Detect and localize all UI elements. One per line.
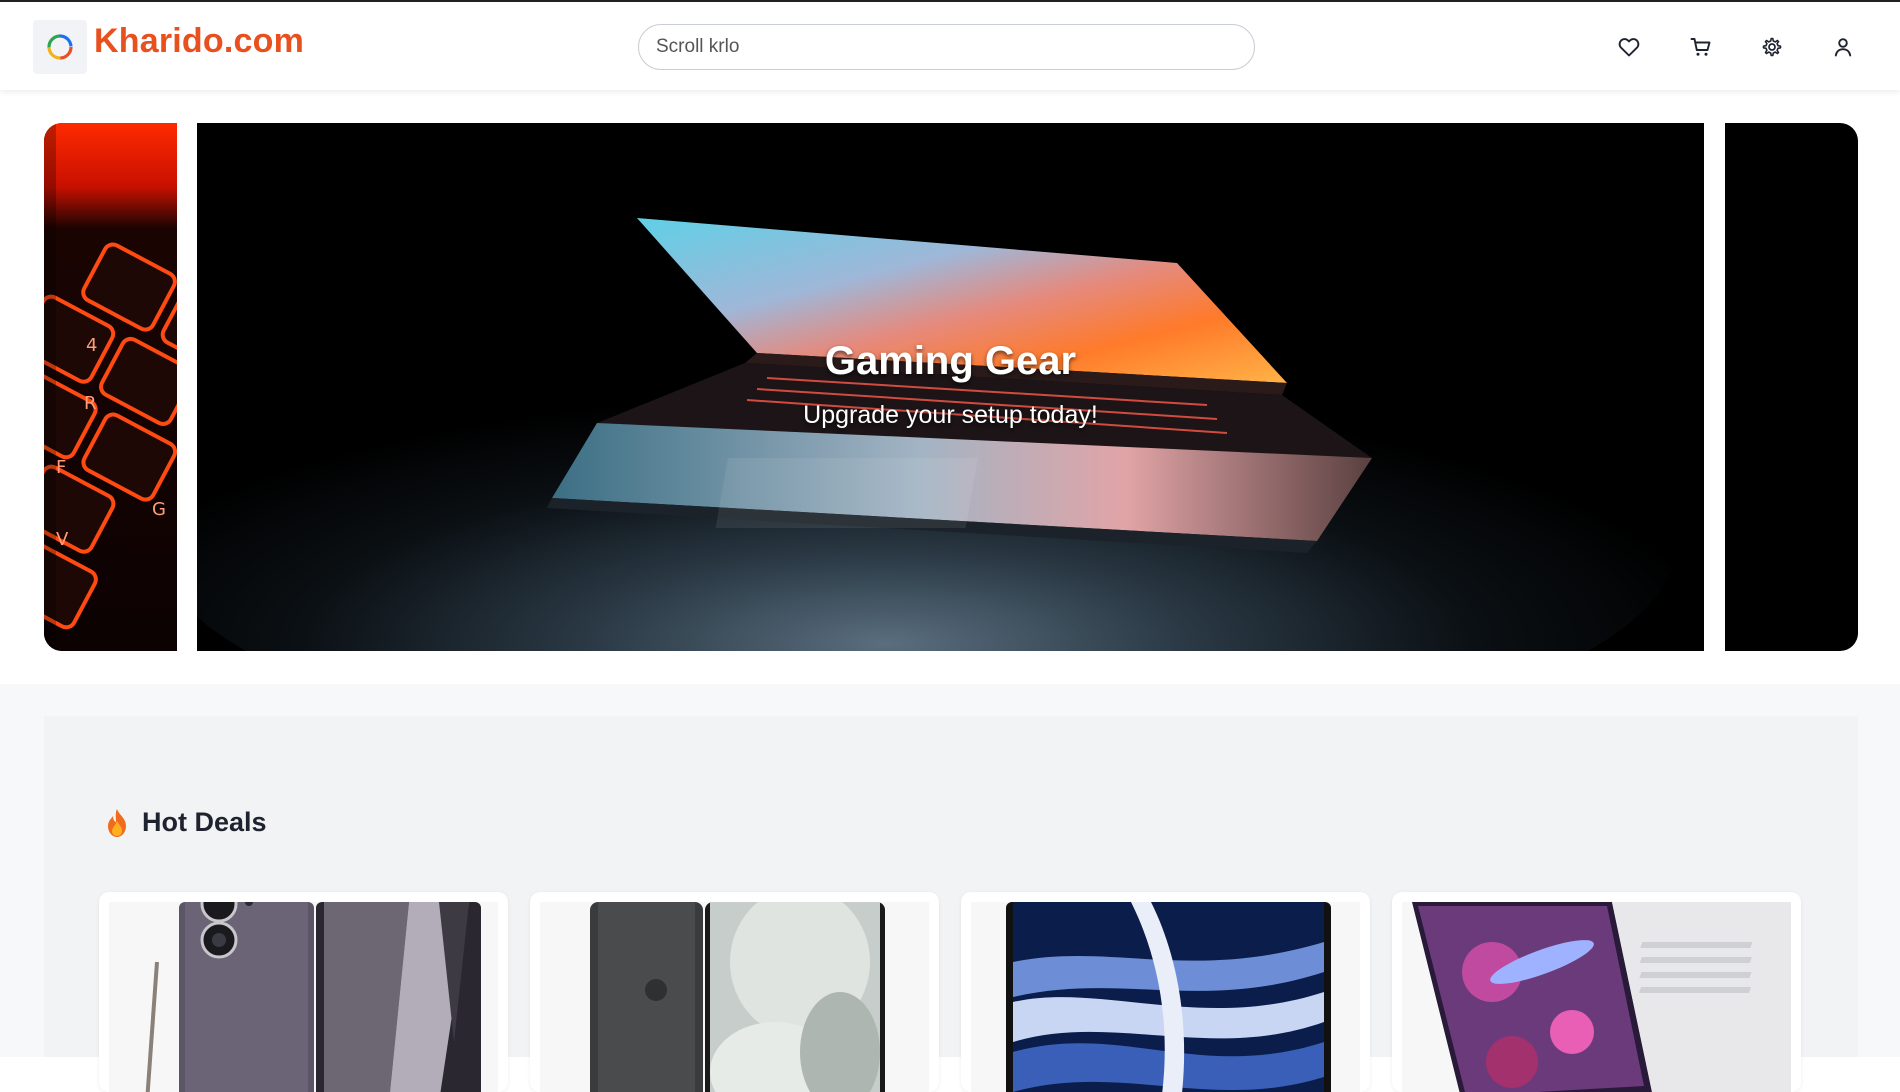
deals-panel: Hot Deals	[44, 716, 1858, 1092]
laptop-image	[197, 123, 1704, 651]
fire-icon	[108, 808, 126, 837]
product-image	[540, 902, 929, 1092]
carousel-next-slide[interactable]	[1725, 123, 1858, 651]
product-card[interactable]	[530, 892, 939, 1092]
product-image	[971, 902, 1360, 1092]
laptop-wallpaper-image	[971, 902, 1360, 1092]
product-card[interactable]	[99, 892, 508, 1092]
logo-ring-icon	[47, 34, 73, 60]
heart-icon	[1618, 38, 1640, 57]
hero-subtitle: Upgrade your setup today!	[803, 401, 1098, 429]
dell-laptop-image	[1402, 902, 1791, 1092]
hero-title: Gaming Gear	[824, 339, 1077, 383]
product-image	[1402, 902, 1791, 1092]
carousel-prev-slide[interactable]: 4 R F G V	[44, 123, 177, 651]
svg-text:F: F	[56, 457, 66, 478]
deals-title: Hot Deals	[142, 807, 267, 837]
svg-text:4: 4	[86, 335, 97, 356]
deals-section: Hot Deals	[0, 684, 1900, 1092]
user-icon	[1834, 38, 1852, 57]
gear-icon	[1762, 37, 1782, 57]
settings-button[interactable]	[1757, 32, 1787, 62]
top-navbar: Kharido.com	[0, 2, 1900, 90]
svg-text:V: V	[56, 529, 69, 550]
keyboard-image: 4 R F G V	[44, 123, 177, 651]
svg-text:R: R	[84, 393, 97, 414]
search-input[interactable]	[638, 24, 1255, 70]
product-card[interactable]	[1392, 892, 1801, 1092]
iphone-image	[540, 902, 929, 1092]
phone-image	[109, 902, 498, 1092]
product-card[interactable]	[961, 892, 1370, 1092]
cart-button[interactable]	[1686, 32, 1716, 62]
account-button[interactable]	[1828, 32, 1858, 62]
carousel-current-slide[interactable]: Gaming Gear Upgrade your setup today!	[197, 123, 1704, 651]
logo[interactable]	[33, 20, 87, 74]
product-image	[109, 902, 498, 1092]
brand-name[interactable]: Kharido.com	[94, 22, 304, 61]
section-heading: Hot Deals	[104, 807, 267, 838]
svg-text:G: G	[152, 499, 166, 520]
wishlist-button[interactable]	[1614, 32, 1644, 62]
cart-icon	[1690, 38, 1711, 56]
